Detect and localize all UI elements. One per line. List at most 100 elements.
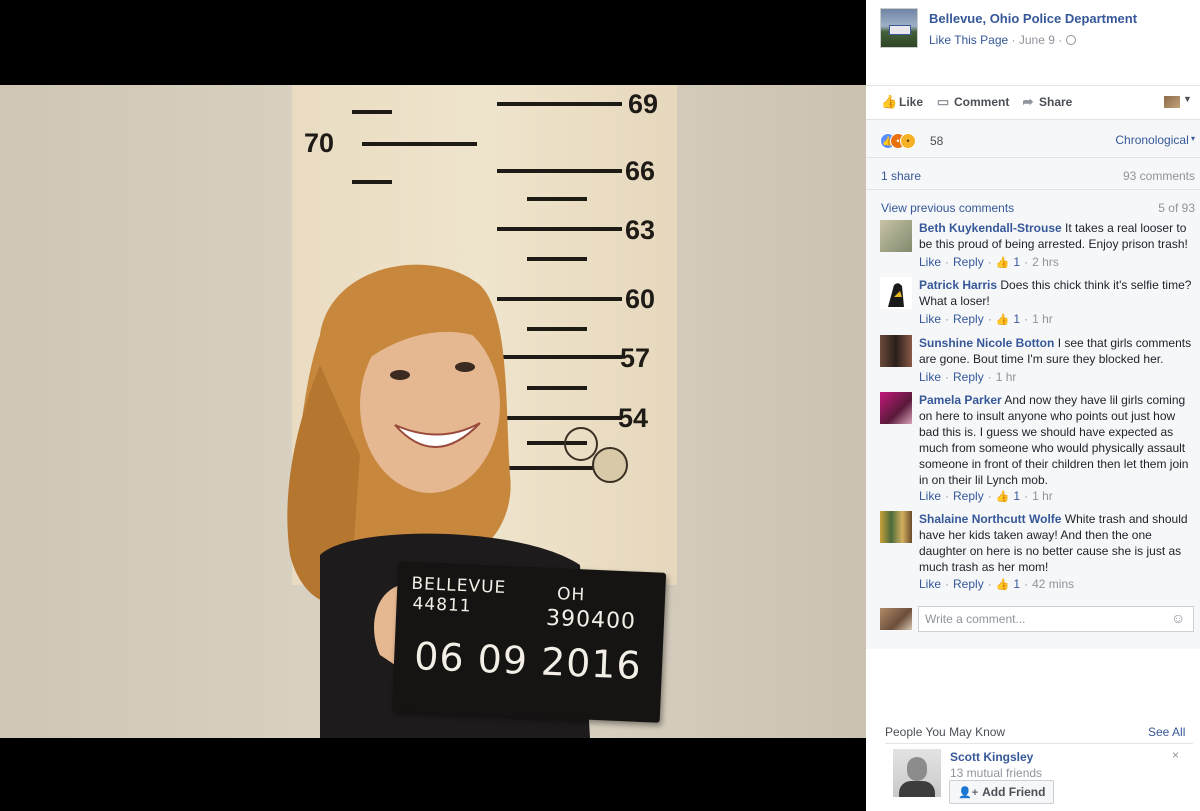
close-icon[interactable]: × [1172,748,1179,762]
shares-row: 1 share 93 comments [866,157,1200,189]
comment-body: Patrick Harris Does this chick think it'… [919,277,1197,309]
caret-down-icon: ▾ [1188,134,1195,143]
share-count-link[interactable]: 1 share [881,169,921,183]
comment-like-link[interactable]: Like [919,577,941,591]
page-name-link[interactable]: Bellevue, Ohio Police Department [929,11,1137,26]
suggested-friend-avatar[interactable] [893,749,941,797]
haha-reaction-icon[interactable]: • [900,133,916,149]
comment-actions: Like · Reply · 👍 1 · 2 hrs [919,255,1059,269]
photo-viewer: 69 70 66 63 60 57 54 BELLEVUE 44811 OH 3… [0,0,866,811]
commenter-avatar[interactable] [880,335,912,367]
chart-number-70: 70 [304,128,335,158]
see-all-link[interactable]: See All [1148,725,1185,739]
badge-icon [592,447,628,483]
comment-like-link[interactable]: Like [919,489,941,503]
comment-actions: Like · Reply · 👍 1 · 1 hr [919,312,1053,326]
placard-state: OH [556,584,586,606]
comment-author[interactable]: Beth Kuykendall-Strouse [919,221,1062,235]
commenter-avatar[interactable] [880,277,912,309]
thumbs-up-icon: 👍 [995,313,1010,326]
post-actions: 👍 Like ▭ Comment ➦ Share ▼ [866,85,1200,119]
commenter-avatar[interactable] [880,392,912,424]
comment-actions: Like · Reply · 1 hr [919,370,1017,384]
comment-time[interactable]: 42 mins [1032,577,1074,591]
chart-number-69: 69 [628,89,659,119]
post-header: Bellevue, Ohio Police Department Like Th… [866,0,1200,85]
comment-body: Pamela Parker And now they have lil girl… [919,392,1197,488]
mutual-friends-count[interactable]: 13 mutual friends [950,766,1042,780]
globe-icon [1065,35,1076,45]
like-page-link[interactable]: Like This Page [929,33,1008,47]
meta-separator: · [1011,33,1016,47]
comment-input[interactable]: Write a comment... [918,606,1194,632]
comment-like-link[interactable]: Like [919,255,941,269]
comment-reply-link[interactable]: Reply [953,370,984,384]
comment-body: Shalaine Northcutt Wolfe White trash and… [919,511,1197,575]
thumbs-up-icon: 👍 [995,490,1010,503]
comment-time[interactable]: 1 hr [996,370,1017,384]
viewer-avatar[interactable] [1164,96,1180,108]
reaction-count[interactable]: 58 [930,134,943,148]
viewer-avatar [880,608,912,630]
comment-reply-link[interactable]: Reply [953,255,984,269]
comment-author[interactable]: Patrick Harris [919,278,997,292]
comment-position: 5 of 93 [1158,201,1195,215]
share-button[interactable]: ➦ Share [1021,94,1073,110]
post-date[interactable]: June 9 [1019,33,1055,47]
divider [885,743,1193,744]
comment-time[interactable]: 1 hr [1032,489,1053,503]
commenter-avatar[interactable] [880,511,912,543]
emoji-icon[interactable]: ☺ [1171,610,1185,626]
reactions-row: 👍 • • 58 Chronological ▾ [866,119,1200,157]
comment-text: And now they have lil girls coming on he… [919,393,1189,487]
chart-number-63: 63 [625,215,656,245]
comment-actions: Like · Reply · 👍 1 · 42 mins [919,577,1075,591]
thumbs-up-icon: 👍 [995,578,1010,591]
comment-like-link[interactable]: Like [919,370,941,384]
comment-author[interactable]: Shalaine Northcutt Wolfe [919,512,1061,526]
comment-count: 93 comments [1122,169,1195,183]
pymk-title: People You May Know [885,725,1006,739]
comment-reply-link[interactable]: Reply [953,312,984,326]
comment-like-link[interactable]: Like [919,312,941,326]
commenter-avatar[interactable] [880,220,912,252]
comment-body: Beth Kuykendall-Strouse It takes a real … [919,220,1197,252]
placard-zip: 44811 [412,593,473,617]
comment-time[interactable]: 1 hr [1032,312,1053,326]
like-button[interactable]: 👍 Like [881,95,923,110]
comment-reply-link[interactable]: Reply [953,577,984,591]
comment-actions: Like · Reply · 👍 1 · 1 hr [919,489,1053,503]
chart-number-57: 57 [620,343,651,373]
comment-reply-link[interactable]: Reply [953,489,984,503]
comment-like-count[interactable]: 1 [1013,255,1020,269]
page-avatar[interactable] [880,8,918,48]
comment-like-count[interactable]: 1 [1013,489,1020,503]
comment-like-count[interactable]: 1 [1013,577,1020,591]
post-side-panel: Bellevue, Ohio Police Department Like Th… [866,0,1200,811]
meta-separator: · [1058,33,1063,47]
placard-date: 06 09 2016 [413,634,643,688]
comment-composer: Write a comment... ☺ [866,606,1200,646]
feedback-section: 👍 • • 58 Chronological ▾ 1 share 93 comm… [866,119,1200,649]
comment-sort-dropdown[interactable]: Chronological ▾ [1115,133,1195,147]
share-arrow-icon: ➦ [1022,94,1034,109]
thumbs-up-icon: 👍 [995,256,1010,269]
add-friend-button[interactable]: 👤+ Add Friend [949,780,1055,804]
chart-number-66: 66 [625,156,656,186]
comment-body: Sunshine Nicole Botton I see that girls … [919,335,1197,367]
booking-placard: BELLEVUE 44811 OH 390400 06 09 2016 [391,561,667,723]
comment-like-count[interactable]: 1 [1013,312,1020,326]
previous-comments-row: View previous comments 5 of 93 [866,189,1200,217]
suggested-friend-name[interactable]: Scott Kingsley [950,750,1033,764]
chevron-down-icon[interactable]: ▼ [1183,94,1192,104]
post-photo[interactable]: 69 70 66 63 60 57 54 BELLEVUE 44811 OH 3… [0,85,866,738]
comment-author[interactable]: Pamela Parker [919,393,1002,407]
add-friend-icon: 👤+ [958,786,979,799]
comment-button[interactable]: ▭ Comment [936,94,1010,110]
comment-time[interactable]: 2 hrs [1032,255,1059,269]
post-meta: Like This Page · June 9 · [929,33,1076,47]
comment-author[interactable]: Sunshine Nicole Botton [919,336,1054,350]
placard-number: 390400 [545,605,637,635]
comment-icon: ▭ [936,94,950,109]
view-previous-comments-link[interactable]: View previous comments [881,201,1014,215]
